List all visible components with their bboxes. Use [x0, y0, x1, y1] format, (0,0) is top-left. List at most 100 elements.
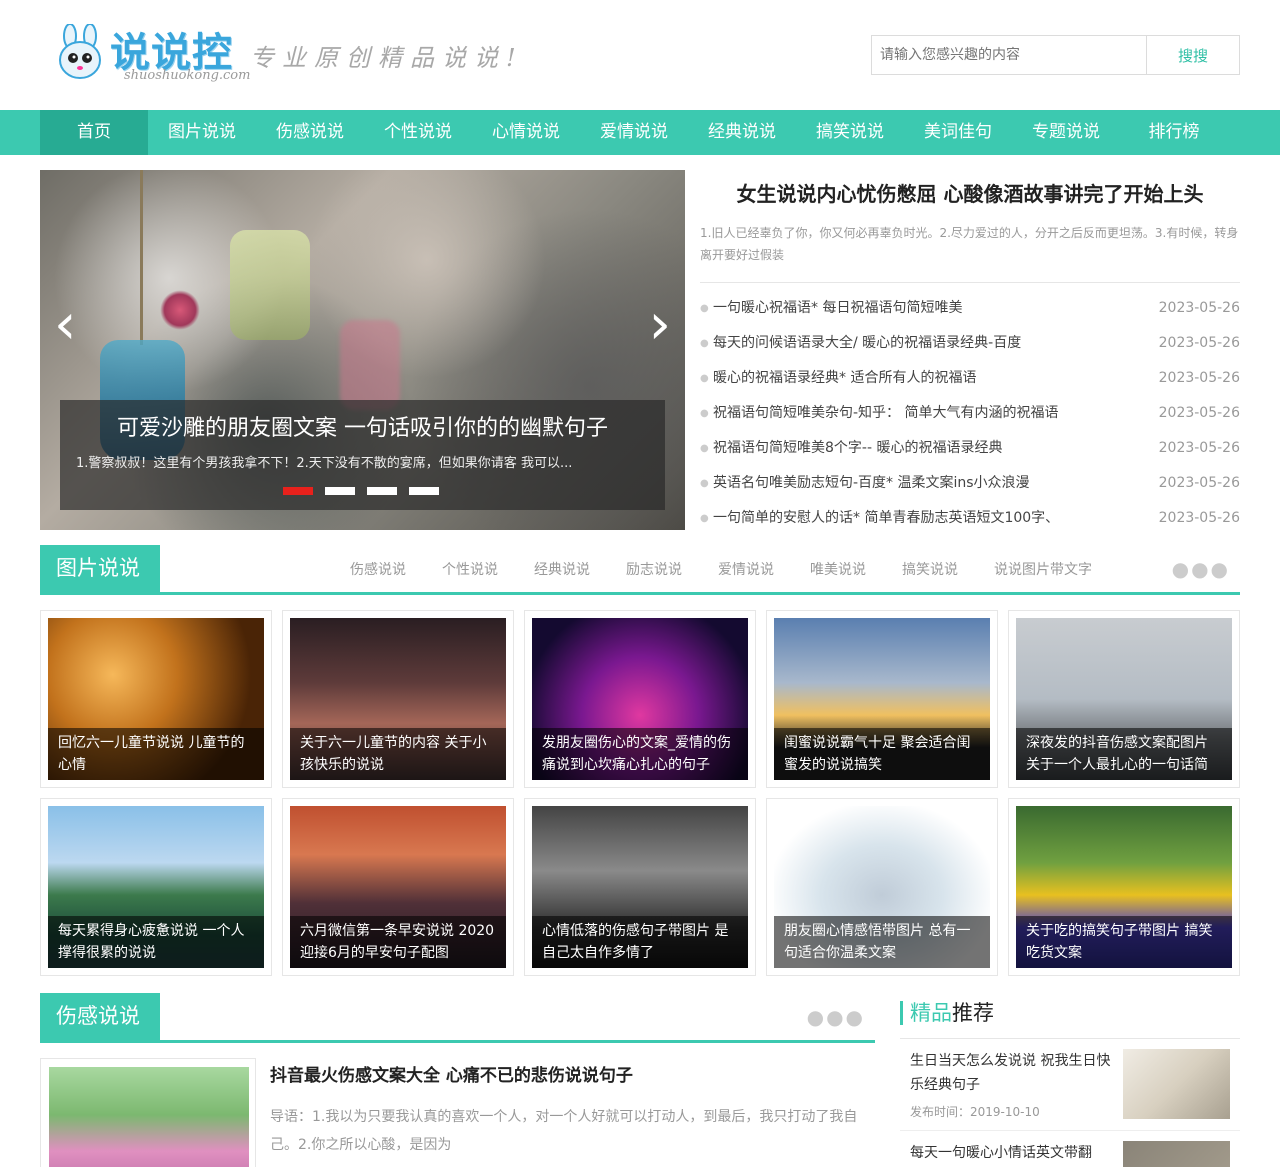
news-date: 2023-05-26	[1158, 475, 1240, 491]
tab-classic[interactable]: 经典说说	[516, 545, 608, 595]
carousel-title[interactable]: 可爱沙雕的朋友圈文案 一句话吸引你的的幽默句子	[76, 410, 649, 448]
bullet-icon: ●	[700, 373, 709, 384]
recommend-title[interactable]: 生日当天怎么发说说 祝我生日快乐经典句子	[910, 1049, 1123, 1097]
gallery-card[interactable]: 心情低落的伤感句子带图片 是自己太自作多情了	[524, 798, 756, 976]
recommend-thumb[interactable]	[1123, 1049, 1230, 1119]
card-caption[interactable]: 关于六一儿童节的内容 关于小孩快乐的说说	[290, 728, 506, 780]
carousel-dot[interactable]	[283, 487, 313, 495]
image-carousel[interactable]: ‹ › 可爱沙雕的朋友圈文案 一句话吸引你的的幽默句子 1.警察叔叔！这里有个男…	[40, 170, 685, 530]
card-caption[interactable]: 朋友圈心情感悟带图片 总有一句适合你温柔文案	[774, 916, 990, 968]
tab-funny[interactable]: 搞笑说说	[884, 545, 976, 595]
card-image[interactable]: 回忆六一儿童节说说 儿童节的心情	[48, 618, 264, 780]
nav-item-personality[interactable]: 个性说说	[364, 110, 472, 155]
card-image[interactable]: 闺蜜说说霸气十足 聚会适合闺蜜发的说说搞笑	[774, 618, 990, 780]
card-image[interactable]: 关于六一儿童节的内容 关于小孩快乐的说说	[290, 618, 506, 780]
tab-inspire[interactable]: 励志说说	[608, 545, 700, 595]
nav-item-sad[interactable]: 伤感说说	[256, 110, 364, 155]
headline-block: 女生说说内心忧伤憋屈 心酸像酒故事讲完了开始上头 1.旧人已经辜负了你，你又何必…	[700, 170, 1240, 536]
nav-item-ranking[interactable]: 排行榜	[1120, 110, 1228, 155]
recommend-text: 生日当天怎么发说说 祝我生日快乐经典句子 发布时间：2019-10-10	[910, 1049, 1123, 1120]
headline-title[interactable]: 女生说说内心忧伤憋屈 心酸像酒故事讲完了开始上头	[700, 170, 1240, 218]
gallery-card[interactable]: 发朋友圈伤心的文案_爱情的伤痛说到心坎痛心扎心的句子	[524, 610, 756, 788]
card-image[interactable]: 每天累得身心疲惫说说 一个人撑得很累的说说	[48, 806, 264, 968]
tab-pic-with-text[interactable]: 说说图片带文字	[976, 545, 1110, 595]
news-title[interactable]: 每天的问候语语录大全/ 暖心的祝福语录经典-百度	[713, 326, 1150, 361]
article-thumb[interactable]	[49, 1067, 249, 1167]
article-item[interactable]: 抖音最火伤感文案大全 心痛不已的悲伤说说句子 导语：1.我以为只要我认真的喜欢一…	[40, 1058, 875, 1167]
gallery-card[interactable]: 关于六一儿童节的内容 关于小孩快乐的说说	[282, 610, 514, 788]
card-caption[interactable]: 六月微信第一条早安说说 2020迎接6月的早安句子配图	[290, 916, 506, 968]
card-image[interactable]: 六月微信第一条早安说说 2020迎接6月的早安句子配图	[290, 806, 506, 968]
carousel-prev-arrow-icon[interactable]: ‹	[54, 297, 84, 353]
news-date: 2023-05-26	[1158, 335, 1240, 351]
news-title[interactable]: 暖心的祝福语录经典* 适合所有人的祝福语	[713, 361, 1150, 396]
nav-item-topics[interactable]: 专题说说	[1012, 110, 1120, 155]
card-image[interactable]: 发朋友圈伤心的文案_爱情的伤痛说到心坎痛心扎心的句子	[532, 618, 748, 780]
recommend-item[interactable]: 生日当天怎么发说说 祝我生日快乐经典句子 发布时间：2019-10-10	[900, 1039, 1240, 1131]
news-title[interactable]: 英语名句唯美励志短句-百度* 温柔文案ins小众浪漫	[713, 466, 1150, 501]
carousel-dot[interactable]	[325, 487, 355, 495]
more-dots-icon[interactable]: ●●●	[807, 1005, 865, 1029]
card-caption[interactable]: 关于吃的搞笑句子带图片 搞笑吃货文案	[1016, 916, 1232, 968]
card-image[interactable]: 朋友圈心情感悟带图片 总有一句适合你温柔文案	[774, 806, 990, 968]
list-item[interactable]: ● 一句暖心祝福语* 每日祝福语句简短唯美 2023-05-26	[700, 291, 1240, 326]
card-caption[interactable]: 每天累得身心疲惫说说 一个人撑得很累的说说	[48, 916, 264, 968]
card-image[interactable]: 心情低落的伤感句子带图片 是自己太自作多情了	[532, 806, 748, 968]
tab-beautiful[interactable]: 唯美说说	[792, 545, 884, 595]
news-title[interactable]: 祝福语句简短唯美杂句-知乎： 简单大气有内涵的祝福语	[713, 396, 1150, 431]
gallery-card[interactable]: 深夜发的抖音伤感文案配图片 关于一个人最扎心的一句话简	[1008, 610, 1240, 788]
pic-section-label[interactable]: 图片说说	[40, 545, 160, 592]
site-logo[interactable]: 说说控 shuoshuokong.com	[54, 20, 264, 90]
search-input[interactable]	[872, 36, 1147, 74]
carousel-next-arrow-icon[interactable]: ›	[641, 297, 671, 353]
gallery-card[interactable]: 关于吃的搞笑句子带图片 搞笑吃货文案	[1008, 798, 1240, 976]
news-title[interactable]: 祝福语句简短唯美8个字-- 暖心的祝福语录经典	[713, 431, 1150, 466]
search-button[interactable]: 搜搜	[1147, 36, 1239, 74]
article-body: 抖音最火伤感文案大全 心痛不已的悲伤说说句子 导语：1.我以为只要我认真的喜欢一…	[256, 1058, 875, 1167]
article-title[interactable]: 抖音最火伤感文案大全 心痛不已的悲伤说说句子	[270, 1063, 875, 1089]
carousel-image-detail	[160, 290, 200, 330]
carousel-caption[interactable]: 可爱沙雕的朋友圈文案 一句话吸引你的的幽默句子 1.警察叔叔！这里有个男孩我拿不…	[60, 400, 665, 510]
card-image[interactable]: 关于吃的搞笑句子带图片 搞笑吃货文案	[1016, 806, 1232, 968]
tab-personality[interactable]: 个性说说	[424, 545, 516, 595]
nav-item-classic[interactable]: 经典说说	[688, 110, 796, 155]
news-title[interactable]: 一句暖心祝福语* 每日祝福语句简短唯美	[713, 291, 1150, 326]
carousel-dot[interactable]	[367, 487, 397, 495]
pic-section-head: 图片说说 伤感说说 个性说说 经典说说 励志说说 爱情说说 唯美说说 搞笑说说 …	[40, 545, 1240, 595]
gallery-card[interactable]: 每天累得身心疲惫说说 一个人撑得很累的说说	[40, 798, 272, 976]
nav-item-phrases[interactable]: 美词佳句	[904, 110, 1012, 155]
card-caption[interactable]: 心情低落的伤感句子带图片 是自己太自作多情了	[532, 916, 748, 968]
card-caption[interactable]: 发朋友圈伤心的文案_爱情的伤痛说到心坎痛心扎心的句子	[532, 728, 748, 780]
list-item[interactable]: ● 英语名句唯美励志短句-百度* 温柔文案ins小众浪漫 2023-05-26	[700, 466, 1240, 501]
gallery-card[interactable]: 朋友圈心情感悟带图片 总有一句适合你温柔文案	[766, 798, 998, 976]
news-title[interactable]: 一句简单的安慰人的话* 简单青春励志英语短文100字、	[713, 501, 1150, 536]
list-item[interactable]: ● 每天的问候语语录大全/ 暖心的祝福语录经典-百度 2023-05-26	[700, 326, 1240, 361]
list-item[interactable]: ● 祝福语句简短唯美8个字-- 暖心的祝福语录经典 2023-05-26	[700, 431, 1240, 466]
recommend-text: 每天一句暖心小情话英文带翻	[910, 1141, 1123, 1167]
nav-item-mood[interactable]: 心情说说	[472, 110, 580, 155]
recommend-item[interactable]: 每天一句暖心小情话英文带翻	[900, 1131, 1240, 1167]
nav-item-home[interactable]: 首页	[40, 110, 148, 155]
pic-section-tabs: 伤感说说 个性说说 经典说说 励志说说 爱情说说 唯美说说 搞笑说说 说说图片带…	[332, 545, 1110, 595]
tab-sad[interactable]: 伤感说说	[332, 545, 424, 595]
card-image[interactable]: 深夜发的抖音伤感文案配图片 关于一个人最扎心的一句话简	[1016, 618, 1232, 780]
list-item[interactable]: ● 一句简单的安慰人的话* 简单青春励志英语短文100字、 2023-05-26	[700, 501, 1240, 536]
carousel-dots	[283, 487, 439, 495]
card-caption[interactable]: 深夜发的抖音伤感文案配图片 关于一个人最扎心的一句话简	[1016, 728, 1232, 780]
recommend-thumb[interactable]	[1123, 1141, 1230, 1167]
nav-item-love[interactable]: 爱情说说	[580, 110, 688, 155]
card-caption[interactable]: 闺蜜说说霸气十足 聚会适合闺蜜发的说说搞笑	[774, 728, 990, 780]
carousel-dot[interactable]	[409, 487, 439, 495]
card-caption[interactable]: 回忆六一儿童节说说 儿童节的心情	[48, 728, 264, 780]
more-dots-icon[interactable]: ●●●	[1172, 557, 1230, 581]
tab-love[interactable]: 爱情说说	[700, 545, 792, 595]
recommend-title[interactable]: 每天一句暖心小情话英文带翻	[910, 1141, 1123, 1165]
nav-item-funny[interactable]: 搞笑说说	[796, 110, 904, 155]
gallery-card[interactable]: 回忆六一儿童节说说 儿童节的心情	[40, 610, 272, 788]
sad-section-label[interactable]: 伤感说说	[40, 993, 160, 1040]
gallery-card[interactable]: 六月微信第一条早安说说 2020迎接6月的早安句子配图	[282, 798, 514, 976]
list-item[interactable]: ● 祝福语句简短唯美杂句-知乎： 简单大气有内涵的祝福语 2023-05-26	[700, 396, 1240, 431]
nav-item-picture[interactable]: 图片说说	[148, 110, 256, 155]
list-item[interactable]: ● 暖心的祝福语录经典* 适合所有人的祝福语 2023-05-26	[700, 361, 1240, 396]
gallery-card[interactable]: 闺蜜说说霸气十足 聚会适合闺蜜发的说说搞笑	[766, 610, 998, 788]
